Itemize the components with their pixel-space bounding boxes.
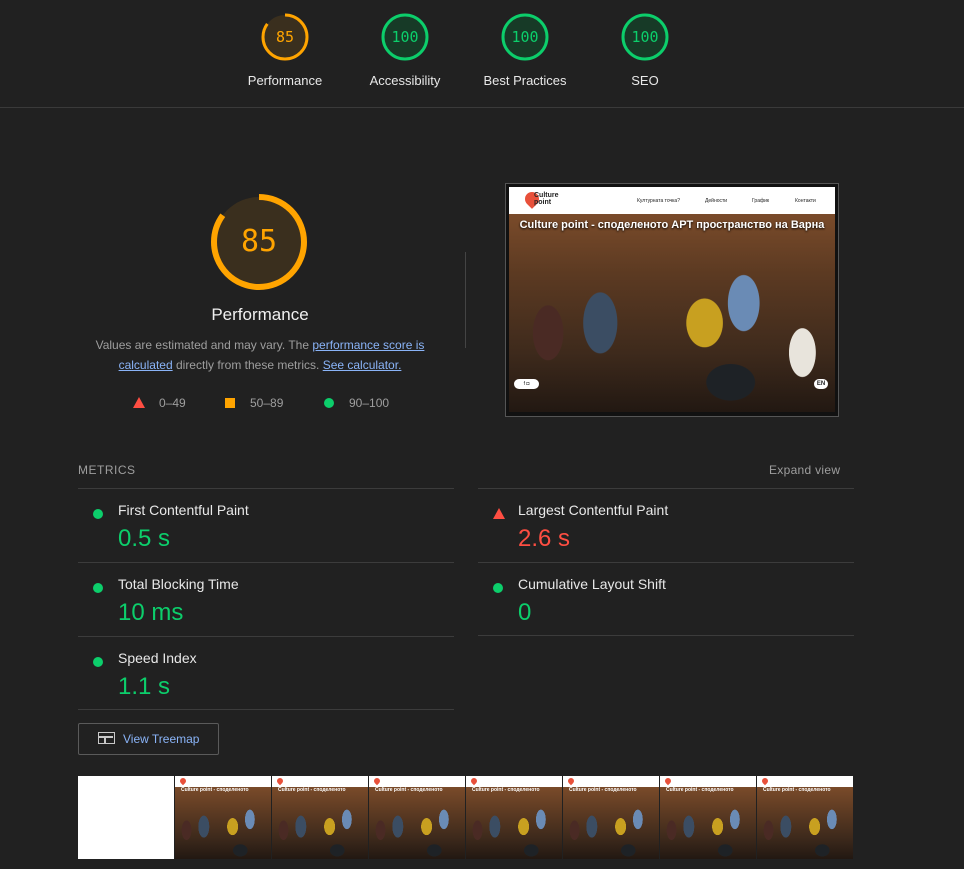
- best-practices-score: 100: [511, 28, 539, 46]
- metric-value: 10 ms: [118, 599, 184, 626]
- accessibility-gauge: 100: [380, 12, 430, 62]
- seo-gauge: 100: [620, 12, 670, 62]
- view-treemap-label: View Treemap: [123, 732, 200, 746]
- metric-total-blocking-time: Total Blocking Time 10 ms: [78, 563, 454, 637]
- category-scores-bar: 85 Performance 100 Accessibility 100 Bes…: [0, 0, 964, 108]
- metric-value: 0.5 s: [118, 525, 171, 552]
- screenshot-logo: Culture point: [534, 192, 559, 206]
- performance-title: Performance: [211, 305, 309, 324]
- pass-circle-icon: [324, 398, 334, 408]
- pass-circle-icon: [93, 657, 103, 667]
- frame-text: Culture point - споделеното: [181, 787, 249, 793]
- seo-label: SEO: [631, 73, 659, 88]
- metrics-divider: [78, 709, 454, 710]
- performance-score: 85: [275, 28, 295, 46]
- metrics-heading: METRICS: [78, 463, 136, 477]
- pass-circle-icon: [493, 583, 503, 593]
- frame-text: Culture point - споделеното: [763, 787, 831, 793]
- legend-average: 50–89: [225, 395, 283, 411]
- frame-text: Culture point - споделеното: [375, 787, 443, 793]
- average-square-icon: [225, 398, 235, 408]
- view-treemap-button[interactable]: View Treemap: [78, 723, 219, 755]
- category-best-practices[interactable]: 100 Best Practices: [465, 12, 585, 88]
- final-screenshot[interactable]: Culture point Културната точка? Дейности…: [505, 183, 839, 417]
- metric-speed-index: Speed Index 1.1 s: [78, 637, 454, 711]
- frame-text: Culture point - споделеното: [278, 787, 346, 793]
- performance-label: Performance: [247, 73, 323, 88]
- performance-gauge: 85: [260, 12, 310, 62]
- frame-text: Culture point - споделеното: [569, 787, 637, 793]
- legend-average-label: 50–89: [250, 396, 284, 410]
- screenshot-lang-button: EN: [814, 379, 828, 389]
- metric-name: Largest Contentful Paint: [518, 502, 669, 518]
- logo-line-1: Culture: [534, 192, 559, 199]
- accessibility-label: Accessibility: [369, 73, 441, 88]
- metrics-divider: [478, 635, 854, 636]
- metric-value: 1.1 s: [118, 673, 171, 700]
- metric-largest-contentful-paint: Largest Contentful Paint 2.6 s: [478, 489, 854, 563]
- filmstrip-frame: Culture point - споделеното: [466, 776, 562, 859]
- metric-value: 2.6 s: [518, 525, 571, 552]
- pass-circle-icon: [93, 583, 103, 593]
- score-legend: 0–49 50–89 90–100: [130, 395, 420, 411]
- best-practices-label: Best Practices: [483, 73, 567, 88]
- screenshot-hero-title: Culture point - споделеното АРТ простран…: [519, 219, 825, 231]
- metric-name: First Contentful Paint: [118, 502, 249, 518]
- expand-view-toggle[interactable]: Expand view: [769, 463, 840, 477]
- metric-name: Cumulative Layout Shift: [518, 576, 666, 592]
- metric-value: 0: [518, 599, 532, 626]
- metric-name: Speed Index: [118, 650, 197, 666]
- legend-pass-label: 90–100: [349, 396, 390, 410]
- legend-pass: 90–100: [324, 395, 389, 411]
- legend-fail: 0–49: [133, 395, 186, 411]
- fail-triangle-icon: [133, 397, 145, 408]
- category-seo[interactable]: 100 SEO: [585, 12, 705, 88]
- screenshot-nav-item: Контакти: [795, 198, 816, 204]
- category-performance[interactable]: 85 Performance: [225, 12, 345, 88]
- filmstrip-frame: Culture point - споделеното: [757, 776, 853, 859]
- filmstrip: Culture point - споделеното Culture poin…: [78, 776, 854, 859]
- seo-score: 100: [631, 28, 659, 46]
- filmstrip-frame: Culture point - споделеното: [272, 776, 368, 859]
- vertical-divider: [465, 252, 466, 348]
- desc-middle: directly from these metrics.: [172, 358, 323, 372]
- logo-line-2: point: [534, 199, 552, 206]
- metric-name: Total Blocking Time: [118, 576, 239, 592]
- performance-main-score: 85: [240, 224, 278, 259]
- screenshot-navbar: Culture point Културната точка? Дейности…: [509, 187, 835, 214]
- screenshot-nav-item: График: [752, 198, 770, 204]
- filmstrip-frame: Culture point - споделеното: [660, 776, 756, 859]
- filmstrip-frame: Culture point - споделеното: [369, 776, 465, 859]
- desc-prefix: Values are estimated and may vary. The: [95, 338, 313, 352]
- category-accessibility[interactable]: 100 Accessibility: [345, 12, 465, 88]
- metric-cumulative-layout-shift: Cumulative Layout Shift 0: [478, 563, 854, 637]
- screenshot-nav-item: Дейности: [705, 198, 728, 204]
- metric-first-contentful-paint: First Contentful Paint 0.5 s: [78, 489, 454, 563]
- performance-description: Values are estimated and may vary. The p…: [80, 335, 440, 375]
- legend-fail-label: 0–49: [159, 396, 186, 410]
- best-practices-gauge: 100: [500, 12, 550, 62]
- filmstrip-frame: Culture point - споделеното: [563, 776, 659, 859]
- treemap-icon: [98, 732, 115, 744]
- see-calculator-link[interactable]: See calculator.: [323, 358, 402, 372]
- filmstrip-frame: [78, 776, 174, 859]
- accessibility-score: 100: [391, 28, 419, 46]
- screenshot-social-icons: f ◘: [514, 379, 539, 389]
- fail-triangle-icon: [493, 508, 505, 519]
- frame-text: Culture point - споделеното: [472, 787, 540, 793]
- screenshot-photo: [509, 214, 835, 412]
- performance-main-gauge: 85: [209, 192, 309, 292]
- filmstrip-frame: Culture point - споделеното: [175, 776, 271, 859]
- frame-text: Culture point - споделеното: [666, 787, 734, 793]
- pass-circle-icon: [93, 509, 103, 519]
- screenshot-nav-item: Културната точка?: [637, 198, 680, 204]
